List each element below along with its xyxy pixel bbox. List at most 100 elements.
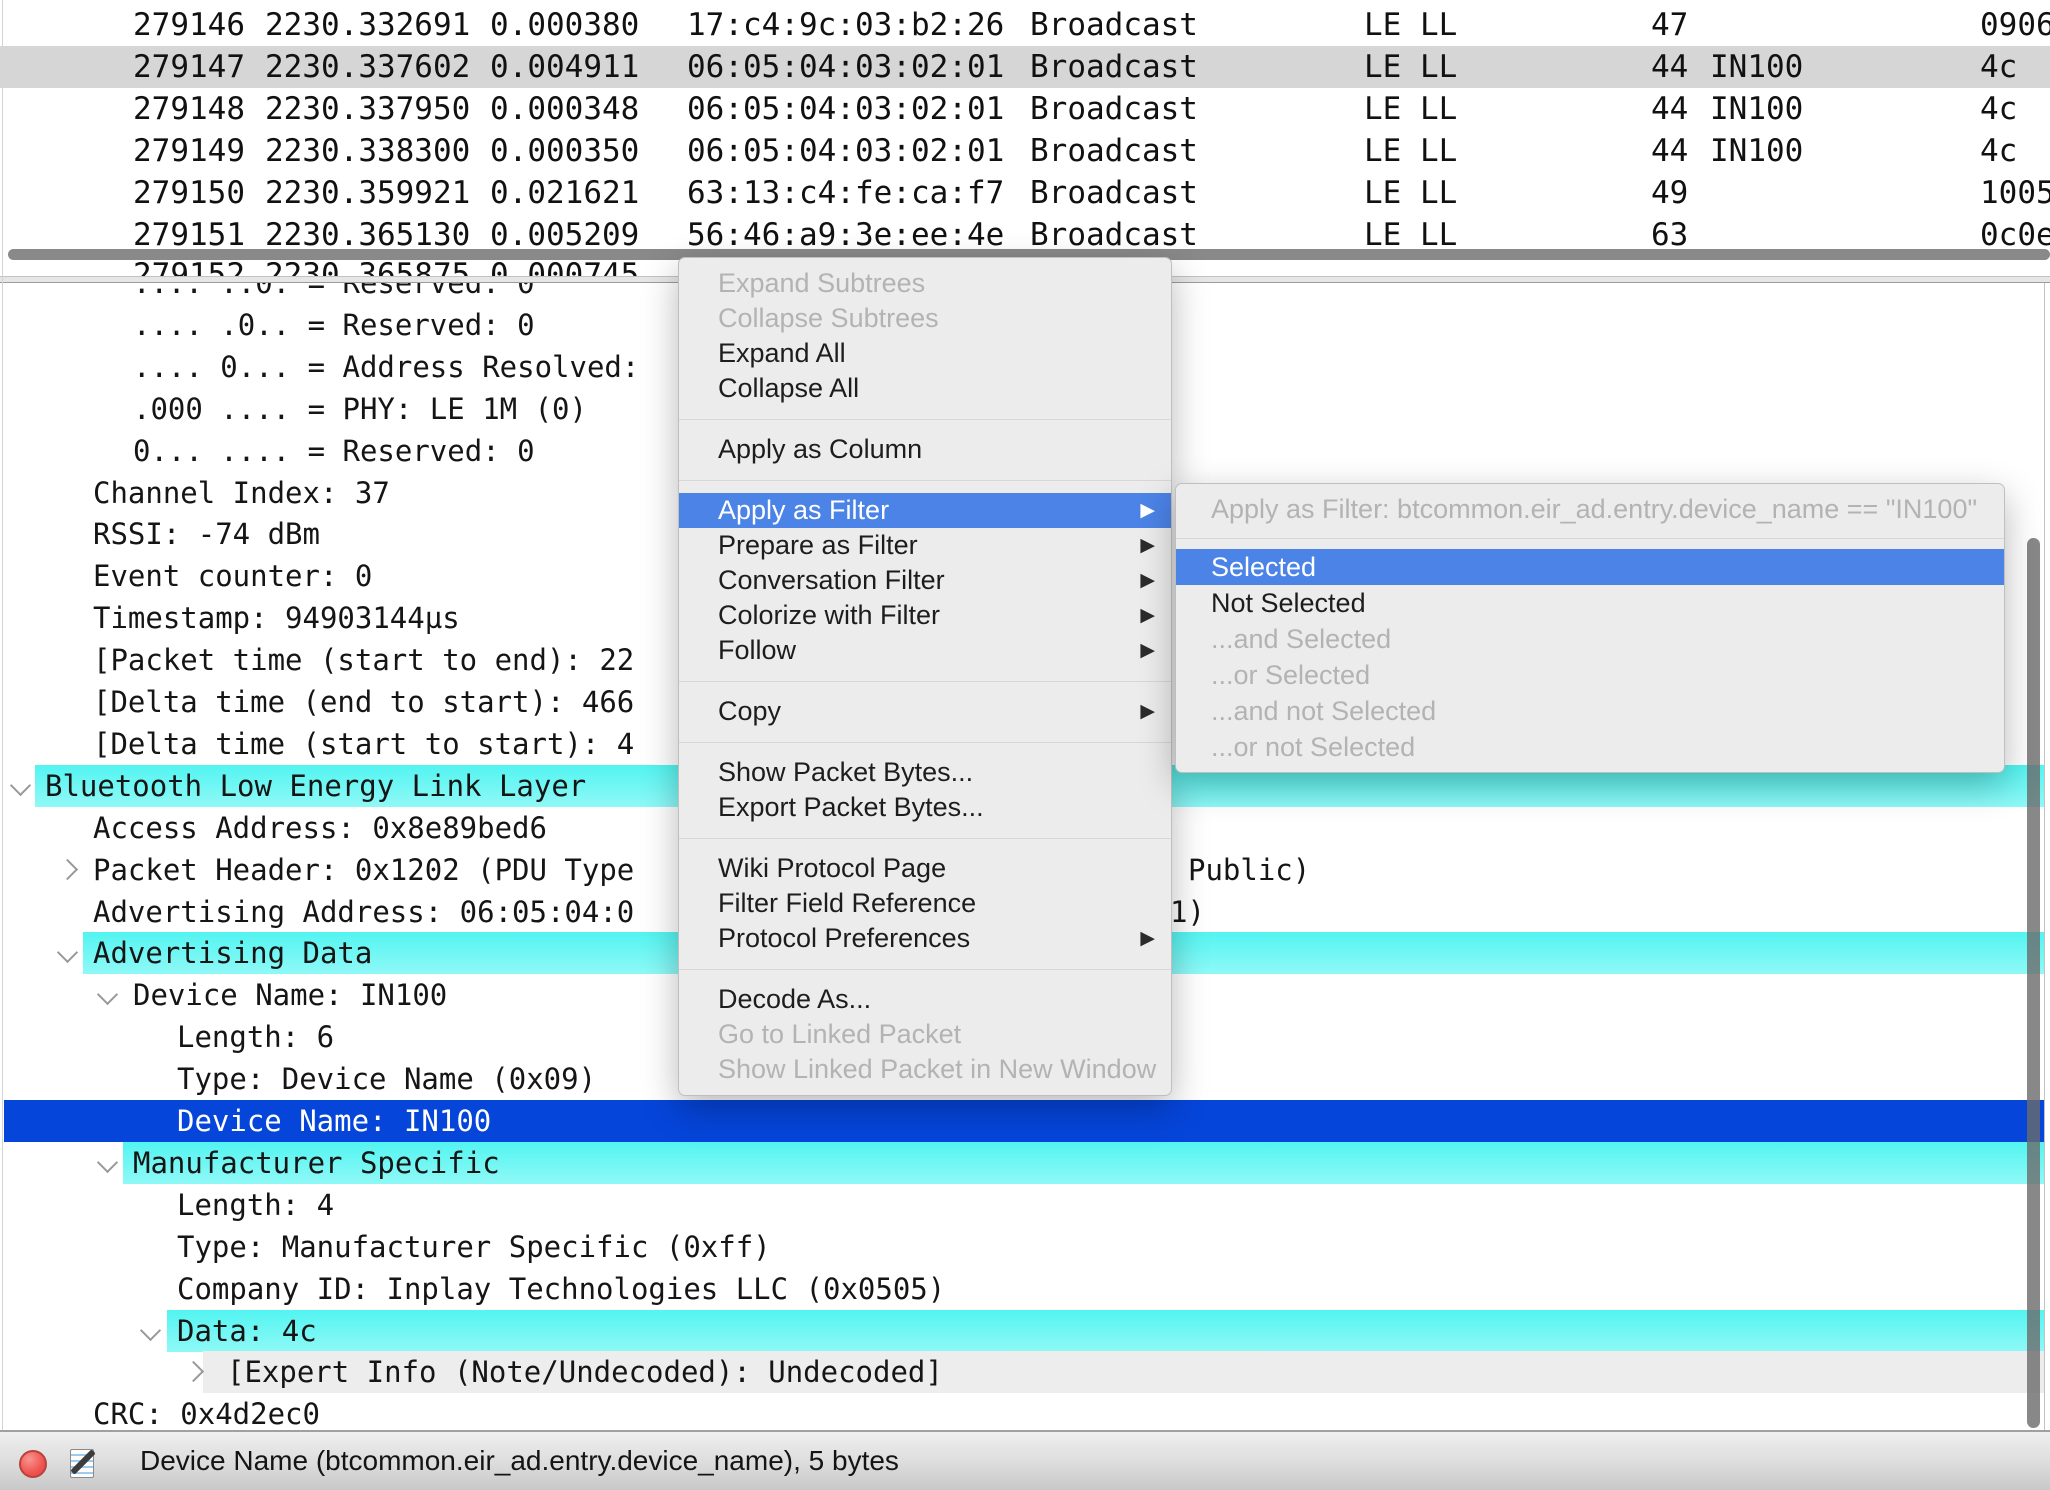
menu-item-conversation-filter[interactable]: Conversation Filter▶ <box>679 563 1171 598</box>
submenu-arrow-icon: ▶ <box>1140 694 1155 729</box>
tree-row[interactable]: Type: Manufacturer Specific (0xff) <box>0 1226 2050 1268</box>
tree-row-label: Channel Index: 37 <box>93 472 390 514</box>
tree-row[interactable]: [Expert Info (Note/Undecoded): Undecoded… <box>0 1351 2050 1393</box>
field-highlight-band <box>167 1310 2045 1352</box>
menu-item-protocol-preferences[interactable]: Protocol Preferences ▶ <box>679 921 1171 956</box>
cell-length: 49 <box>1651 172 1688 214</box>
menu-item-collapse-subtrees: Collapse Subtrees <box>679 301 1171 336</box>
packet-row[interactable]: 2791492230.3383000.00035006:05:04:03:02:… <box>0 130 2050 172</box>
menu-item-label: Follow <box>718 635 796 665</box>
cell-destination: Broadcast <box>1030 88 1198 130</box>
menu-item-apply-as-filter[interactable]: Apply as Filter▶ <box>679 493 1171 528</box>
tree-row-label: CRC: 0x4d2ec0 <box>93 1393 320 1430</box>
tree-row-label: Length: 6 <box>177 1016 334 1058</box>
tree-row[interactable]: Company ID: Inplay Technologies LLC (0x0… <box>0 1268 2050 1310</box>
menu-item-label: Show Linked Packet in New Window <box>718 1054 1156 1084</box>
menu-item-label: Conversation Filter <box>718 565 945 595</box>
menu-item-label: Expand Subtrees <box>718 268 925 298</box>
menu-item-label: Filter Field Reference <box>718 888 976 918</box>
tree-row-label: [Delta time (start to start): 4 <box>93 723 634 765</box>
menu-item-show-packet-bytes[interactable]: Show Packet Bytes... <box>679 755 1171 790</box>
tree-row[interactable]: Data: 4c <box>0 1310 2050 1352</box>
cell-source: 06:05:04:03:02:01 <box>687 130 1004 172</box>
cell-source: 63:13:c4:fe:ca:f7 <box>687 172 1004 214</box>
cell-length: 47 <box>1651 4 1688 46</box>
tree-row[interactable]: Device Name: IN100 <box>0 1100 2050 1142</box>
cell-source: 06:05:04:03:02:01 <box>687 46 1004 88</box>
menu-item-copy[interactable]: Copy ▶ <box>679 694 1171 729</box>
tree-row-label: RSSI: -74 dBm <box>93 513 320 555</box>
capture-comment-icon[interactable] <box>68 1446 100 1480</box>
tree-row-label: Type: Manufacturer Specific (0xff) <box>177 1226 771 1268</box>
menu-item-colorize-with-filter[interactable]: Colorize with Filter▶ <box>679 598 1171 633</box>
wireshark-window: 2791462230.3326910.00038017:c4:9c:03:b2:… <box>0 0 2050 1490</box>
tree-row[interactable]: CRC: 0x4d2ec0 <box>0 1393 2050 1430</box>
menu-item-apply-as-column[interactable]: Apply as Column <box>679 432 1171 467</box>
tree-row-label: .... 0... = Address Resolved: <box>133 346 639 388</box>
cell-info: 4c <box>1980 46 2017 88</box>
menu-item-show-linked-packet-in-new-window: Show Linked Packet in New Window <box>679 1052 1171 1087</box>
cell-device_name: IN100 <box>1710 130 1803 172</box>
submenu-item-not-selected[interactable]: Not Selected <box>1176 585 2004 621</box>
menu-item-prepare-as-filter[interactable]: Prepare as Filter▶ <box>679 528 1171 563</box>
menu-item-wiki-protocol-page[interactable]: Wiki Protocol Page <box>679 851 1171 886</box>
submenu-arrow-icon: ▶ <box>1140 633 1155 668</box>
packet-row[interactable]: 2791502230.3599210.02162163:13:c4:fe:ca:… <box>0 172 2050 214</box>
expert-status-dot-icon[interactable] <box>19 1450 47 1478</box>
tree-row[interactable]: Manufacturer Specific <box>0 1142 2050 1184</box>
chevron-down-icon[interactable] <box>97 1152 118 1173</box>
packet-row[interactable]: 2791482230.3379500.00034806:05:04:03:02:… <box>0 88 2050 130</box>
menu-item-label: Apply as Column <box>718 434 922 464</box>
chevron-down-icon[interactable] <box>10 775 31 796</box>
chevron-down-icon[interactable] <box>97 984 118 1005</box>
menu-item-expand-subtrees: Expand Subtrees <box>679 266 1171 301</box>
chevron-down-icon[interactable] <box>57 942 78 963</box>
menu-item-label: ...or not Selected <box>1211 732 1415 762</box>
cell-protocol: LE LL <box>1364 88 1457 130</box>
tree-row-label: Access Address: 0x8e89bed6 <box>93 807 547 849</box>
packet-row[interactable]: 2791462230.3326910.00038017:c4:9c:03:b2:… <box>0 4 2050 46</box>
vertical-scrollbar-thumb[interactable] <box>2027 538 2040 1428</box>
menu-item-collapse-all[interactable]: Collapse All <box>679 371 1171 406</box>
submenu-item-selected[interactable]: Selected <box>1176 549 2004 585</box>
tree-row-label: Packet Header: 0x1202 (PDU Type <box>93 849 634 891</box>
menu-separator <box>679 825 1171 851</box>
menu-item-filter-field-reference[interactable]: Filter Field Reference <box>679 886 1171 921</box>
chevron-right-icon[interactable] <box>183 1361 204 1382</box>
tree-row-label: Device Name: IN100 <box>133 974 447 1016</box>
cell-no: 279148 <box>60 88 245 130</box>
tree-row-label-continued: Public) <box>1188 849 1310 891</box>
cell-device_name: IN100 <box>1710 88 1803 130</box>
menu-separator <box>1176 527 2004 549</box>
cell-time: 2230.359921 <box>265 172 470 214</box>
tree-row-label: Company ID: Inplay Technologies LLC (0x0… <box>177 1268 945 1310</box>
tree-row-label: .... .0.. = Reserved: 0 <box>133 304 535 346</box>
chevron-down-icon[interactable] <box>140 1320 161 1341</box>
menu-item-decode-as[interactable]: Decode As... <box>679 982 1171 1017</box>
packet-row[interactable]: 2791472230.3376020.00491106:05:04:03:02:… <box>0 46 2050 88</box>
menu-item-label: ...and Selected <box>1211 624 1391 654</box>
cell-delta: 0.021621 <box>490 172 639 214</box>
tree-row-label: .000 .... = PHY: LE 1M (0) <box>133 388 587 430</box>
cell-destination: Broadcast <box>1030 172 1198 214</box>
submenu-arrow-icon: ▶ <box>1140 921 1155 956</box>
submenu-arrow-icon: ▶ <box>1140 598 1155 633</box>
cell-protocol: LE LL <box>1364 4 1457 46</box>
tree-row-label: Timestamp: 94903144µs <box>93 597 460 639</box>
menu-item-export-packet-bytes[interactable]: Export Packet Bytes... <box>679 790 1171 825</box>
menu-item-label: Copy <box>718 696 781 726</box>
tree-row-label: Length: 4 <box>177 1184 334 1226</box>
tree-row[interactable]: Length: 4 <box>0 1184 2050 1226</box>
status-bar: Device Name (btcommon.eir_ad.entry.devic… <box>0 1430 2050 1490</box>
cell-length: 44 <box>1651 46 1688 88</box>
menu-item-expand-all[interactable]: Expand All <box>679 336 1171 371</box>
cell-time: 2230.337950 <box>265 88 470 130</box>
menu-item-label: Show Packet Bytes... <box>718 757 973 787</box>
chevron-right-icon[interactable] <box>57 859 78 880</box>
menu-separator <box>679 729 1171 755</box>
tree-row-label: 0... .... = Reserved: 0 <box>133 430 535 472</box>
submenu-item-or-not-selected: ...or not Selected <box>1176 729 2004 765</box>
menu-item-label: Protocol Preferences <box>718 923 970 953</box>
menu-item-follow[interactable]: Follow ▶ <box>679 633 1171 668</box>
tree-row-label: Advertising Address: 06:05:04:0 <box>93 891 634 933</box>
